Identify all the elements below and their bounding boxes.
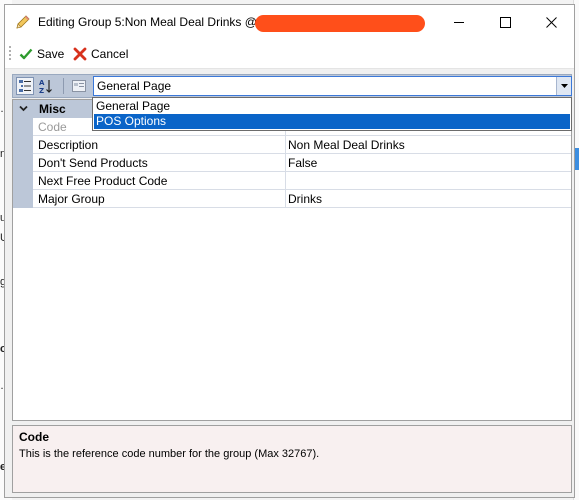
- dropdown-option-pos-options[interactable]: POS Options: [94, 114, 570, 129]
- property-pages-icon: [72, 80, 86, 92]
- cancel-button[interactable]: Cancel: [73, 45, 128, 63]
- toolbar-grip[interactable]: [9, 46, 11, 62]
- property-grid-toolbar: A Z General Page: [12, 74, 572, 98]
- page-selector-combo[interactable]: General Page: [93, 76, 572, 96]
- property-pages-button[interactable]: [70, 77, 88, 95]
- dropdown-option-general-page[interactable]: General Page: [94, 99, 570, 114]
- pencil-icon: [16, 15, 30, 29]
- description-title: Code: [19, 430, 49, 444]
- close-icon: [545, 16, 557, 28]
- property-row-dont-send-products[interactable]: Don't Send Products False: [33, 154, 571, 172]
- close-button[interactable]: [528, 5, 574, 39]
- alphabetical-view-button[interactable]: A Z: [37, 77, 55, 95]
- property-row-description[interactable]: Description Non Meal Deal Drinks: [33, 136, 571, 154]
- checkmark-icon: [19, 48, 33, 60]
- maximize-icon: [499, 16, 511, 28]
- property-value[interactable]: False: [285, 154, 571, 171]
- categorized-icon: [19, 80, 31, 92]
- chevron-down-icon: [560, 84, 568, 88]
- cancel-label: Cancel: [91, 47, 129, 61]
- edit-group-dialog: Editing Group 5:Non Meal Deal Drinks @ S…: [4, 4, 575, 498]
- property-name: Next Free Product Code: [38, 174, 168, 188]
- categorized-view-button[interactable]: [16, 77, 34, 95]
- maximize-button[interactable]: [482, 5, 528, 39]
- collapse-chevron-icon[interactable]: [19, 104, 28, 113]
- redacted-server-name: [255, 15, 425, 32]
- property-grid: Misc Code 5 Description Non Meal Deal Dr…: [12, 99, 572, 421]
- minimize-button[interactable]: [436, 5, 482, 39]
- property-value[interactable]: [285, 172, 571, 189]
- property-name: Don't Send Products: [38, 156, 148, 170]
- category-label: Misc: [39, 102, 66, 116]
- property-row-next-free-product-code[interactable]: Next Free Product Code: [33, 172, 571, 190]
- svg-text:Z: Z: [39, 87, 44, 94]
- property-value[interactable]: Non Meal Deal Drinks: [285, 136, 571, 153]
- save-button[interactable]: Save: [19, 45, 64, 63]
- page-selector-dropdown-list: General Page POS Options: [92, 97, 572, 131]
- window-title: Editing Group 5:Non Meal Deal Drinks @: [38, 15, 257, 29]
- page-selector-value: General Page: [97, 79, 172, 93]
- property-row-major-group[interactable]: Major Group Drinks: [33, 190, 571, 208]
- toolbar: Save Cancel: [5, 39, 574, 69]
- sort-az-icon: A Z: [39, 79, 52, 94]
- combo-dropdown-button[interactable]: [556, 77, 571, 95]
- property-value[interactable]: Drinks: [285, 190, 571, 207]
- description-panel: Code This is the reference code number f…: [12, 425, 572, 493]
- cancel-x-icon: [73, 47, 87, 61]
- category-indent-strip: [13, 118, 33, 208]
- minimize-icon: [453, 21, 464, 23]
- save-label: Save: [37, 47, 65, 61]
- toolbar-separator: [63, 78, 64, 94]
- background-accent: [575, 148, 579, 170]
- svg-text:A: A: [39, 79, 45, 87]
- description-text: This is the reference code number for th…: [19, 448, 320, 460]
- property-name: Description: [38, 138, 99, 152]
- title-bar[interactable]: Editing Group 5:Non Meal Deal Drinks @: [5, 5, 574, 39]
- property-name: Major Group: [38, 192, 105, 206]
